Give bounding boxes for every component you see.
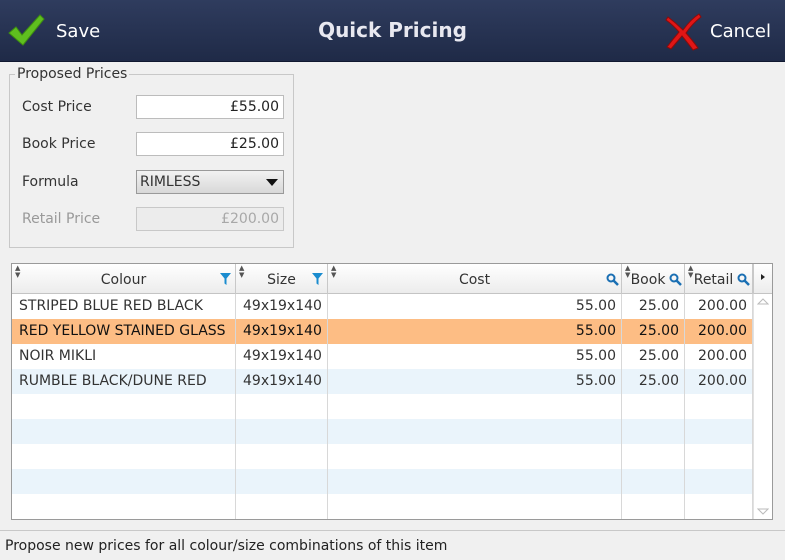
colour-cell: RED YELLOW STAINED GLASS xyxy=(12,319,236,344)
table-row[interactable]: RUMBLE BLACK/DUNE RED 49x19x140 55.00 25… xyxy=(12,369,753,394)
column-header-label: Colour xyxy=(100,272,147,288)
size-cell: 49x19x140 xyxy=(236,369,328,394)
book-price-field[interactable]: £25.00 xyxy=(136,132,284,156)
search-icon[interactable] xyxy=(669,273,682,286)
book-cell: 25.00 xyxy=(622,369,685,394)
cost-cell: 55.00 xyxy=(328,294,622,319)
table-row[interactable]: NOIR MIKLI 49x19x140 55.00 25.00 200.00 xyxy=(12,344,753,369)
empty-row xyxy=(12,494,753,519)
formula-value: RIMLESS xyxy=(140,174,201,190)
retail-cell: 200.00 xyxy=(685,344,753,369)
x-cross-icon xyxy=(665,13,702,51)
retail-price-label: Retail Price xyxy=(22,211,101,227)
empty-row xyxy=(12,419,753,444)
status-text: Propose new prices for all colour/size c… xyxy=(5,538,448,554)
cost-cell: 55.00 xyxy=(328,344,622,369)
column-header-cost[interactable]: ▲ ▼ Cost xyxy=(328,264,622,294)
proposed-prices-group: Proposed Prices Cost Price £55.00 Book P… xyxy=(9,66,294,248)
grid-header: ▲ ▼ Colour ▲ ▼ Size ▲ ▼ Cost ▲ ▼ Book ▲ ▼ Ret… xyxy=(12,264,772,294)
search-icon[interactable] xyxy=(737,273,750,286)
filter-icon[interactable] xyxy=(312,273,323,285)
colour-cell: RUMBLE BLACK/DUNE RED xyxy=(12,369,236,394)
title-bar: Save Quick Pricing Cancel xyxy=(0,0,785,62)
dropdown-arrow-icon[interactable] xyxy=(266,179,278,186)
cost-price-label: Cost Price xyxy=(22,99,92,115)
table-row-selected[interactable]: RED YELLOW STAINED GLASS 49x19x140 55.00… xyxy=(12,319,753,344)
column-header-colour[interactable]: ▲ ▼ Colour xyxy=(12,264,236,294)
colour-cell: STRIPED BLUE RED BLACK xyxy=(12,294,236,319)
cost-cell: 55.00 xyxy=(328,369,622,394)
book-cell: 25.00 xyxy=(622,344,685,369)
colour-cell: NOIR MIKLI xyxy=(12,344,236,369)
size-cell: 49x19x140 xyxy=(236,294,328,319)
size-cell: 49x19x140 xyxy=(236,344,328,369)
cancel-button[interactable]: Cancel xyxy=(664,10,771,52)
empty-row xyxy=(12,394,753,419)
scroll-up-icon[interactable] xyxy=(757,298,769,305)
column-header-label: Cost xyxy=(458,272,491,288)
search-icon[interactable] xyxy=(606,273,619,286)
chevron-right-icon xyxy=(761,274,765,280)
cost-price-field[interactable]: £55.00 xyxy=(136,95,284,119)
cancel-label: Cancel xyxy=(710,20,771,42)
book-cell: 25.00 xyxy=(622,294,685,319)
group-legend: Proposed Prices xyxy=(15,66,130,82)
filter-icon[interactable] xyxy=(220,273,231,285)
empty-row xyxy=(12,469,753,494)
retail-price-field: £200.00 xyxy=(136,207,284,231)
pricing-grid: ▲ ▼ Colour ▲ ▼ Size ▲ ▼ Cost ▲ ▼ Book ▲ ▼ Ret… xyxy=(11,263,773,520)
book-cell: 25.00 xyxy=(622,319,685,344)
column-header-size[interactable]: ▲ ▼ Size xyxy=(236,264,328,294)
book-price-label: Book Price xyxy=(22,136,96,152)
formula-label: Formula xyxy=(22,174,79,190)
scroll-down-icon[interactable] xyxy=(757,508,769,515)
vertical-scrollbar[interactable] xyxy=(753,294,772,519)
column-header-retail[interactable]: ▲ ▼ Retail xyxy=(685,264,753,294)
retail-cell: 200.00 xyxy=(685,319,753,344)
cost-cell: 55.00 xyxy=(328,319,622,344)
retail-cell: 200.00 xyxy=(685,294,753,319)
retail-cell: 200.00 xyxy=(685,369,753,394)
size-cell: 49x19x140 xyxy=(236,319,328,344)
column-chooser-button[interactable] xyxy=(753,264,772,294)
status-bar: Propose new prices for all colour/size c… xyxy=(0,530,785,560)
formula-select[interactable]: RIMLESS xyxy=(136,170,284,194)
column-header-book[interactable]: ▲ ▼ Book xyxy=(622,264,685,294)
table-row[interactable]: STRIPED BLUE RED BLACK 49x19x140 55.00 2… xyxy=(12,294,753,319)
empty-row xyxy=(12,444,753,469)
